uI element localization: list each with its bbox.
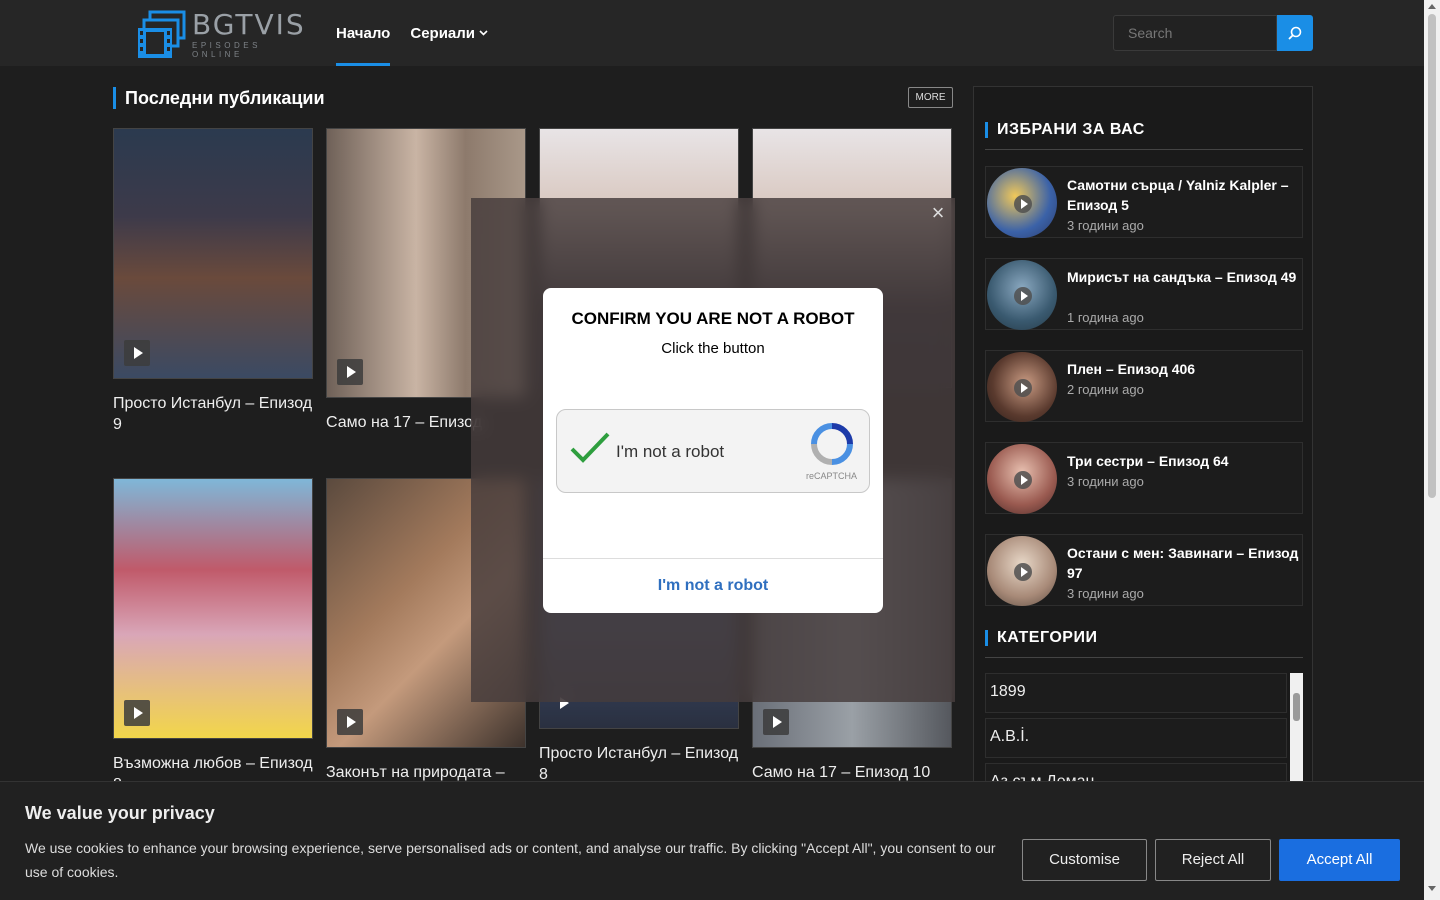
featured-title[interactable]: Самотни сърца / Yalniz Kalpler – Епизод … bbox=[1067, 175, 1299, 215]
featured-item[interactable]: Плен – Епизод 406 2 години ago bbox=[985, 350, 1303, 422]
featured-item[interactable]: Самотни сърца / Yalniz Kalpler – Епизод … bbox=[985, 166, 1303, 238]
featured-time: 3 години ago bbox=[1067, 586, 1144, 601]
category-item[interactable]: Аз съм Деман bbox=[985, 763, 1287, 783]
recaptcha-widget[interactable]: I'm not a robot reCAPTCHA bbox=[556, 409, 870, 493]
episode-thumbnail[interactable] bbox=[113, 128, 313, 379]
checkmark-icon[interactable] bbox=[569, 431, 611, 465]
play-icon[interactable] bbox=[337, 709, 363, 735]
play-icon[interactable] bbox=[1014, 379, 1032, 397]
featured-title[interactable]: Остани с мен: Завинаги – Епизод 97 bbox=[1067, 543, 1299, 583]
episode-card[interactable]: Просто Истанбул – Епизод 9 bbox=[113, 128, 313, 435]
customise-button[interactable]: Customise bbox=[1022, 839, 1147, 881]
site-header: BGTVIS EPISODES ONLINE Начало Сериали Se… bbox=[0, 0, 1424, 66]
sidebar: ИЗБРАНИ ЗА ВАС Самотни сърца / Yalniz Ka… bbox=[973, 86, 1313, 806]
captcha-dialog: CONFIRM YOU ARE NOT A ROBOT Click the bu… bbox=[543, 288, 883, 613]
featured-time: 3 години ago bbox=[1067, 474, 1144, 489]
episode-card[interactable]: Възможна любов – Епизод 8 bbox=[113, 478, 313, 795]
logo-title: BGTVIS bbox=[192, 8, 306, 41]
chevron-down-icon bbox=[479, 28, 488, 39]
section-title: Последни публикации bbox=[113, 87, 325, 109]
episode-title[interactable]: Законът на природата – bbox=[326, 762, 526, 783]
featured-time: 3 години ago bbox=[1067, 218, 1144, 233]
divider bbox=[985, 149, 1303, 150]
accept-all-button[interactable]: Accept All bbox=[1279, 839, 1400, 881]
categories-scrollbar[interactable] bbox=[1290, 673, 1303, 783]
scrollbar-thumb[interactable] bbox=[1428, 14, 1436, 498]
episode-title[interactable]: Само на 17 – Епизод 10 bbox=[752, 762, 952, 783]
reject-all-button[interactable]: Reject All bbox=[1155, 839, 1271, 881]
featured-title[interactable]: Мирисът на сандъка – Епизод 49 bbox=[1067, 267, 1299, 287]
categories-list[interactable]: 1899 A.B.İ. Аз съм Деман bbox=[985, 673, 1303, 783]
featured-item[interactable]: Мирисът на сандъка – Епизод 49 1 година … bbox=[985, 258, 1303, 330]
search-input[interactable]: Search bbox=[1113, 15, 1277, 51]
play-icon[interactable] bbox=[337, 359, 363, 385]
captcha-brand: reCAPTCHA bbox=[806, 471, 858, 481]
cookie-banner: We value your privacy We use cookies to … bbox=[0, 781, 1424, 900]
episode-thumbnail[interactable] bbox=[113, 478, 313, 739]
episode-title[interactable]: Просто Истанбул – Епизод 9 bbox=[113, 393, 313, 435]
nav-series[interactable]: Сериали bbox=[410, 0, 488, 66]
dialog-subtitle: Click the button bbox=[661, 340, 765, 357]
featured-thumbnail[interactable] bbox=[987, 260, 1057, 330]
play-icon[interactable] bbox=[1014, 195, 1032, 213]
featured-time: 2 години ago bbox=[1067, 382, 1144, 397]
scroll-up-icon[interactable] bbox=[1428, 4, 1436, 9]
divider bbox=[985, 657, 1303, 658]
featured-title[interactable]: Плен – Епизод 406 bbox=[1067, 359, 1299, 379]
play-icon[interactable] bbox=[1014, 287, 1032, 305]
episode-title[interactable]: Просто Истанбул – Епизод 8 bbox=[539, 743, 739, 785]
play-icon[interactable] bbox=[124, 340, 150, 366]
not-a-robot-button[interactable]: I'm not a robot bbox=[543, 559, 883, 613]
search-button[interactable] bbox=[1277, 15, 1313, 51]
play-icon[interactable] bbox=[1014, 563, 1032, 581]
film-logo-icon bbox=[136, 10, 186, 60]
play-icon[interactable] bbox=[1014, 471, 1032, 489]
featured-item[interactable]: Остани с мен: Завинаги – Епизод 97 3 год… bbox=[985, 534, 1303, 606]
search-icon bbox=[1288, 26, 1302, 40]
play-icon[interactable] bbox=[763, 709, 789, 735]
captcha-label: I'm not a robot bbox=[616, 442, 725, 461]
featured-thumbnail[interactable] bbox=[987, 536, 1057, 606]
category-item[interactable]: A.B.İ. bbox=[985, 718, 1287, 758]
dialog-title: CONFIRM YOU ARE NOT A ROBOT bbox=[571, 309, 855, 328]
nav-home-label: Начало bbox=[336, 24, 391, 42]
scroll-down-icon[interactable] bbox=[1428, 886, 1436, 891]
logo-subtitle: EPISODES ONLINE bbox=[192, 41, 261, 59]
scrollbar-thumb[interactable] bbox=[1293, 693, 1300, 721]
featured-item[interactable]: Три сестри – Епизод 64 3 години ago bbox=[985, 442, 1303, 514]
site-logo[interactable]: BGTVIS EPISODES ONLINE bbox=[136, 10, 304, 60]
main-nav: Начало Сериали bbox=[336, 0, 508, 66]
cookie-text: We use cookies to enhance your browsing … bbox=[25, 840, 996, 880]
close-icon[interactable]: × bbox=[929, 202, 947, 224]
featured-title[interactable]: Три сестри – Епизод 64 bbox=[1067, 451, 1299, 471]
nav-series-label: Сериали bbox=[410, 24, 476, 42]
featured-thumbnail[interactable] bbox=[987, 168, 1057, 238]
featured-time: 1 година ago bbox=[1067, 310, 1144, 325]
featured-thumbnail[interactable] bbox=[987, 352, 1057, 422]
more-button[interactable]: MORE bbox=[908, 87, 953, 108]
featured-heading: ИЗБРАНИ ЗА ВАС bbox=[985, 122, 1145, 138]
play-icon[interactable] bbox=[124, 700, 150, 726]
cookie-title: We value your privacy bbox=[25, 803, 215, 823]
nav-home[interactable]: Начало bbox=[336, 0, 391, 66]
page-scrollbar[interactable] bbox=[1424, 0, 1440, 900]
categories-heading: КАТЕГОРИИ bbox=[985, 630, 1097, 646]
recaptcha-logo-icon bbox=[811, 423, 853, 465]
category-item[interactable]: 1899 bbox=[985, 673, 1287, 713]
featured-thumbnail[interactable] bbox=[987, 444, 1057, 514]
